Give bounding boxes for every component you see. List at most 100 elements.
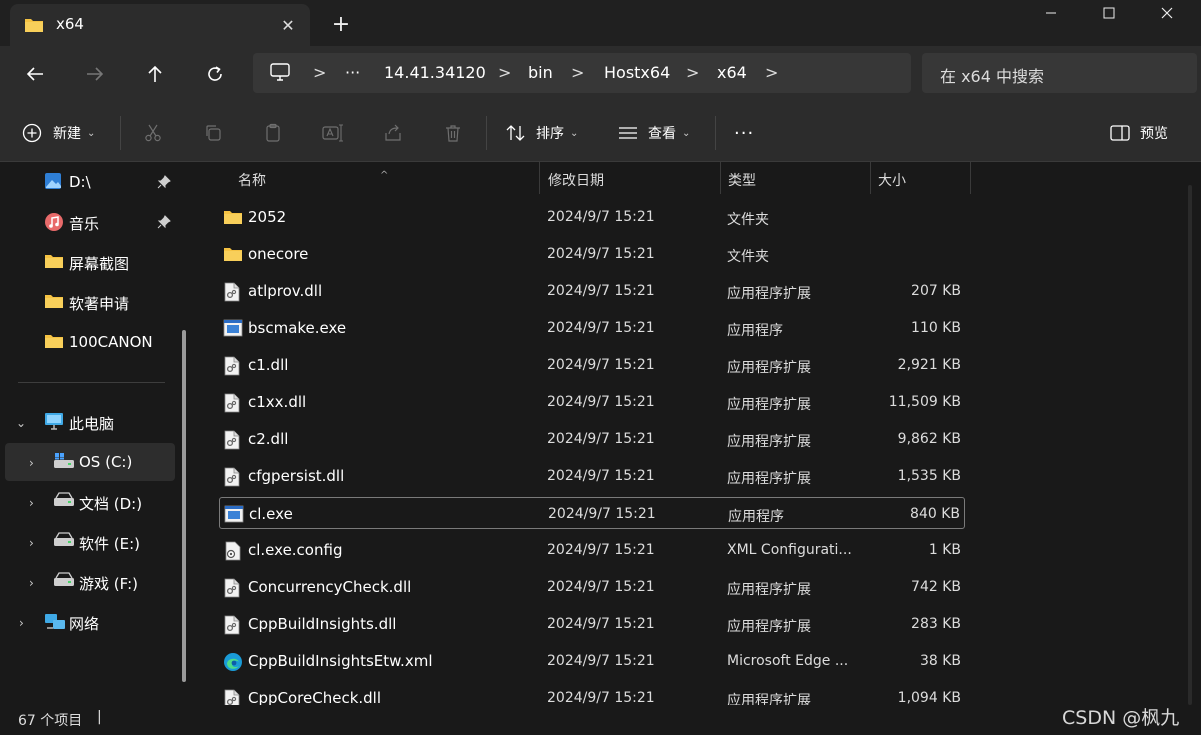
- sidebar-item-docs-d[interactable]: › 文档 (D:): [0, 483, 176, 521]
- file-type: 应用程序扩展: [727, 360, 811, 376]
- file-row[interactable]: bscmake.exe 2024/9/7 15:21 应用程序 110 KB: [219, 312, 965, 344]
- breadcrumb-hostx64[interactable]: Hostx64: [604, 63, 670, 82]
- column-divider[interactable]: [870, 162, 871, 194]
- dll-file-icon: [223, 393, 243, 413]
- more-options-button[interactable]: ···: [734, 119, 754, 147]
- share-button[interactable]: [381, 121, 405, 145]
- close-icon: [1161, 7, 1173, 19]
- sidebar-item-d-drive[interactable]: D:\: [0, 163, 176, 201]
- breadcrumb-separator: >: [571, 63, 585, 82]
- file-row[interactable]: 2052 2024/9/7 15:21 文件夹: [219, 201, 965, 233]
- minimize-button[interactable]: [1022, 0, 1080, 26]
- new-button[interactable]: 新建 ⌄: [22, 119, 95, 147]
- sidebar-scrollbar[interactable]: [182, 330, 186, 682]
- file-row[interactable]: c1.dll 2024/9/7 15:21 应用程序扩展 2,921 KB: [219, 349, 965, 381]
- sidebar-item-games-f[interactable]: › 游戏 (F:): [0, 563, 176, 601]
- pin-icon: [157, 215, 171, 233]
- picture-icon: [44, 172, 62, 194]
- preview-button[interactable]: 预览: [1110, 119, 1168, 147]
- preview-pane-icon: [1110, 125, 1130, 141]
- chevron-right-icon: ›: [19, 616, 24, 630]
- maximize-button[interactable]: [1080, 0, 1138, 26]
- status-bar: 67 个项目 |: [0, 705, 1201, 735]
- file-row[interactable]: CppBuildInsightsEtw.xml 2024/9/7 15:21 Mic…: [219, 645, 965, 677]
- file-name: 2052: [248, 208, 287, 226]
- file-type: XML Configurati...: [727, 542, 852, 558]
- file-row[interactable]: onecore 2024/9/7 15:21 文件夹: [219, 238, 965, 270]
- file-type: 应用程序扩展: [727, 434, 811, 450]
- back-button[interactable]: [19, 59, 51, 89]
- sidebar-item-network[interactable]: › 网络: [0, 603, 176, 641]
- sidebar-item-label: 游戏 (F:): [79, 575, 138, 593]
- paste-button[interactable]: [261, 121, 285, 145]
- file-name: CppBuildInsightsEtw.xml: [248, 652, 433, 670]
- chevron-down-icon: ⌄: [87, 127, 96, 139]
- dll-file-icon: [223, 467, 243, 487]
- sort-ascending-icon: ^: [380, 170, 389, 181]
- close-window-button[interactable]: [1138, 0, 1196, 26]
- sidebar-item-software-e[interactable]: › 软件 (E:): [0, 523, 176, 561]
- column-divider[interactable]: [720, 162, 721, 194]
- column-header-size[interactable]: 大小: [878, 170, 906, 190]
- tab-close-icon[interactable]: ✕: [274, 11, 302, 39]
- breadcrumb-separator: >: [686, 63, 700, 82]
- new-tab-button[interactable]: +: [326, 10, 356, 38]
- file-name: cl.exe.config: [248, 541, 343, 559]
- sidebar-divider: [18, 382, 165, 383]
- sidebar-item-100canon[interactable]: 100CANON: [0, 323, 176, 361]
- forward-button[interactable]: [79, 59, 111, 89]
- preview-label: 预览: [1140, 126, 1168, 142]
- file-date: 2024/9/7 15:21: [547, 283, 655, 299]
- address-row: > ··· 14.41.34120 > bin > Hostx64 > x64 …: [0, 46, 1201, 102]
- delete-button[interactable]: [441, 121, 465, 145]
- up-button[interactable]: [139, 59, 171, 89]
- dll-file-icon: [223, 282, 243, 302]
- breadcrumb-14.41.34120[interactable]: 14.41.34120: [384, 63, 486, 82]
- breadcrumb-more[interactable]: ···: [345, 63, 360, 82]
- file-row[interactable]: cfgpersist.dll 2024/9/7 15:21 应用程序扩展 1,535 …: [219, 460, 965, 492]
- drive-icon: [53, 492, 75, 512]
- monitor-icon: [44, 412, 64, 434]
- sidebar-item-screenshots[interactable]: 屏幕截图: [0, 243, 176, 281]
- sidebar-item-this-pc[interactable]: ⌄ 此电脑: [0, 403, 176, 441]
- sidebar-item-music[interactable]: 音乐: [0, 203, 176, 241]
- file-type: 文件夹: [727, 212, 769, 228]
- column-divider[interactable]: [970, 162, 971, 194]
- sidebar-item-os-c[interactable]: › OS (C:): [5, 443, 175, 481]
- file-row[interactable]: cl.exe 2024/9/7 15:21 应用程序 840 KB: [219, 497, 965, 529]
- file-list-scrollbar[interactable]: [1187, 185, 1193, 705]
- column-header-name[interactable]: 名称: [238, 170, 266, 190]
- music-icon: [44, 212, 64, 236]
- file-date: 2024/9/7 15:21: [547, 653, 655, 669]
- rename-icon: [322, 124, 343, 142]
- breadcrumb-x64[interactable]: x64: [717, 63, 747, 82]
- column-header-type[interactable]: 类型: [728, 170, 756, 190]
- file-row[interactable]: c2.dll 2024/9/7 15:21 应用程序扩展 9,862 KB: [219, 423, 965, 455]
- file-type: 文件夹: [727, 249, 769, 265]
- file-row[interactable]: atlprov.dll 2024/9/7 15:21 应用程序扩展 207 KB: [219, 275, 965, 307]
- file-row[interactable]: cl.exe.config 2024/9/7 15:21 XML Configura…: [219, 534, 965, 566]
- folder-icon: [44, 252, 64, 274]
- column-header-date[interactable]: 修改日期: [548, 170, 604, 190]
- column-header-row: ^ 名称 修改日期 类型 大小: [199, 162, 1201, 194]
- arrow-up-icon: [148, 65, 162, 82]
- view-button[interactable]: 查看 ⌄: [617, 119, 690, 147]
- address-bar[interactable]: > ··· 14.41.34120 > bin > Hostx64 > x64 …: [253, 53, 911, 93]
- file-row[interactable]: c1xx.dll 2024/9/7 15:21 应用程序扩展 11,509 KB: [219, 386, 965, 418]
- file-row[interactable]: ConcurrencyCheck.dll 2024/9/7 15:21 应用程序扩展…: [219, 571, 965, 603]
- column-divider[interactable]: [539, 162, 540, 194]
- copy-button[interactable]: [201, 121, 225, 145]
- folder-file-icon: [223, 208, 243, 228]
- sidebar-item-copyright[interactable]: 软著申请: [0, 283, 176, 321]
- chevron-right-icon: ›: [29, 536, 34, 550]
- title-bar: x64 ✕ +: [0, 0, 1201, 46]
- cut-button[interactable]: [141, 121, 165, 145]
- file-row[interactable]: CppBuildInsights.dll 2024/9/7 15:21 应用程序扩展…: [219, 608, 965, 640]
- rename-button[interactable]: [321, 121, 345, 145]
- refresh-button[interactable]: [199, 59, 231, 89]
- tab-x64[interactable]: x64 ✕: [10, 4, 310, 46]
- sort-button[interactable]: 排序 ⌄: [505, 119, 578, 147]
- file-size: 11,509 KB: [888, 394, 961, 410]
- breadcrumb-bin[interactable]: bin: [528, 63, 553, 82]
- search-box[interactable]: 在 x64 中搜索: [922, 53, 1197, 93]
